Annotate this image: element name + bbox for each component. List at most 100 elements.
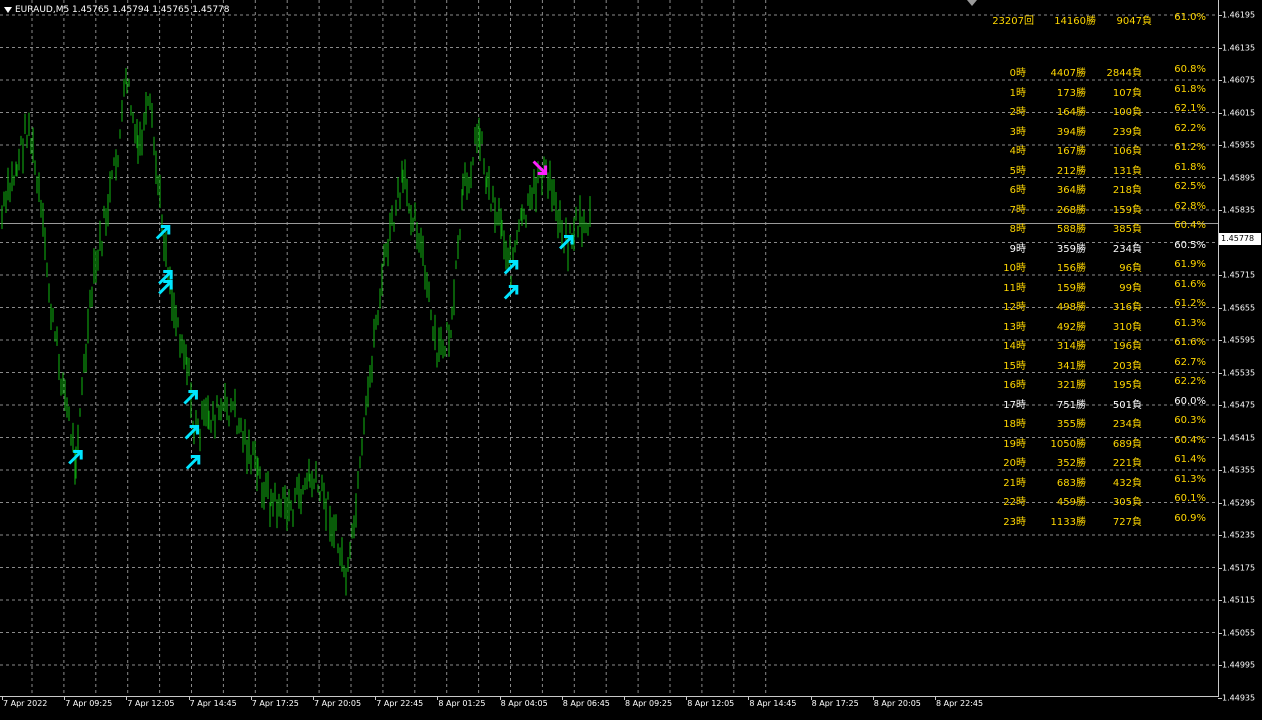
rate-cell: 60.3% xyxy=(1174,415,1206,426)
rate-cell: 62.5% xyxy=(1174,181,1206,192)
hour-cell: 21時 xyxy=(1003,477,1026,489)
time-axis-label: 8 Apr 20:05 xyxy=(873,699,921,708)
hour-cell: 18時 xyxy=(1003,419,1026,430)
hour-cell: 7時 xyxy=(1009,204,1026,216)
rate-cell: 61.6% xyxy=(1174,278,1206,290)
rate-cell: 61.2% xyxy=(1174,298,1206,309)
hourly-stats-row: 10時 156勝 96負 61.9% xyxy=(990,259,1210,275)
time-axis-label: 8 Apr 01:25 xyxy=(438,699,486,708)
hour-cell: 3時 xyxy=(1009,126,1026,138)
hour-cell: 13時 xyxy=(1003,321,1026,333)
wins-cell: 364勝 xyxy=(1056,185,1086,196)
time-axis-label: 7 Apr 2022 xyxy=(3,699,48,708)
hourly-stats-row: 15時 341勝 203負 62.7% xyxy=(990,357,1210,373)
rate-cell: 60.9% xyxy=(1174,512,1206,524)
wins-cell: 751勝 xyxy=(1056,399,1086,411)
price-axis-label: 1.45295 xyxy=(1222,498,1256,507)
price-axis-label: 1.45715 xyxy=(1222,270,1256,280)
hour-cell: 12時 xyxy=(1003,302,1026,313)
candles xyxy=(1,67,591,596)
losses-cell: 96負 xyxy=(1119,263,1142,274)
price-axis-label: 1.45115 xyxy=(1222,595,1256,605)
price-axis-line xyxy=(1218,0,1219,697)
losses-cell: 432負 xyxy=(1112,477,1142,489)
losses-cell: 234負 xyxy=(1112,419,1142,430)
hour-cell: 4時 xyxy=(1009,146,1026,157)
wins-cell: 321勝 xyxy=(1056,380,1086,391)
rate-cell: 62.2% xyxy=(1174,122,1206,134)
rate-cell: 60.8% xyxy=(1174,64,1206,75)
hourly-stats-row: 16時 321勝 195負 62.2% xyxy=(990,376,1210,392)
buy-signal-arrow-icon xyxy=(155,225,171,240)
losses-cell: 100負 xyxy=(1112,107,1142,118)
time-axis-label: 7 Apr 12:05 xyxy=(127,699,175,708)
wins-cell: 268勝 xyxy=(1056,204,1086,216)
hourly-stats-row: 21時 683勝 432負 61.3% xyxy=(990,474,1210,490)
hourly-stats-row: 14時 314勝 196負 61.6% xyxy=(990,337,1210,353)
losses-cell: 501負 xyxy=(1112,399,1142,411)
hour-cell: 15時 xyxy=(1003,360,1026,372)
rate-cell: 61.8% xyxy=(1174,161,1206,173)
hourly-stats-row: 13時 492勝 310負 61.3% xyxy=(990,318,1210,334)
price-axis-label: 1.45835 xyxy=(1222,205,1256,215)
hour-cell: 2時 xyxy=(1009,107,1026,118)
hourly-stats-row: 23時 1133勝 727負 60.9% xyxy=(990,513,1210,529)
hour-cell: 1時 xyxy=(1009,87,1026,99)
losses-cell: 305負 xyxy=(1112,497,1142,508)
rate-cell: 61.6% xyxy=(1174,337,1206,348)
rate-cell: 61.9% xyxy=(1174,259,1206,270)
stats-summary: 23207回 14160勝 9047負 61.0% xyxy=(980,12,1210,28)
symbol-info: EURAUD,M5 1.45765 1.45794 1.45765 1.4577… xyxy=(15,5,230,15)
hourly-stats-row: 20時 352勝 221負 61.4% xyxy=(990,454,1210,470)
hour-cell: 10時 xyxy=(1003,263,1026,274)
hourly-stats-row: 3時 394勝 239負 62.2% xyxy=(990,123,1210,139)
time-axis-line xyxy=(0,696,1219,697)
losses-cell: 107負 xyxy=(1112,87,1142,99)
losses-cell: 218負 xyxy=(1112,185,1142,196)
current-price-label: 1.45778 xyxy=(1219,233,1261,245)
losses-cell: 316負 xyxy=(1112,302,1142,313)
wins-cell: 588勝 xyxy=(1056,224,1086,235)
hourly-stats-row: 22時 459勝 305負 60.1% xyxy=(990,493,1210,509)
wins-cell: 159勝 xyxy=(1056,282,1086,294)
hourly-stats-row: 2時 164勝 100負 62.1% xyxy=(990,103,1210,119)
rate-cell: 61.3% xyxy=(1174,473,1206,485)
wins-cell: 1133勝 xyxy=(1050,516,1086,528)
symbol-header: EURAUD,M5 1.45765 1.45794 1.45765 1.4577… xyxy=(4,5,230,15)
hour-cell: 23時 xyxy=(1003,516,1026,528)
losses-cell: 689負 xyxy=(1112,438,1142,450)
time-axis-label: 7 Apr 17:25 xyxy=(251,699,299,708)
hourly-stats-row: 6時 364勝 218負 62.5% xyxy=(990,181,1210,197)
rate-cell: 60.5% xyxy=(1174,239,1206,251)
summary-count: 23207回 xyxy=(992,16,1034,27)
hour-cell: 0時 xyxy=(1009,68,1026,79)
rate-cell: 62.1% xyxy=(1174,103,1206,114)
summary-wins: 14160勝 xyxy=(1054,16,1096,27)
hourly-stats-row: 5時 212勝 131負 61.8% xyxy=(990,162,1210,178)
losses-cell: 310負 xyxy=(1112,321,1142,333)
scroll-shift-marker-icon[interactable] xyxy=(967,0,977,6)
losses-cell: 234負 xyxy=(1112,243,1142,255)
losses-cell: 221負 xyxy=(1112,458,1142,469)
wins-cell: 394勝 xyxy=(1056,126,1086,138)
losses-cell: 2844負 xyxy=(1106,68,1142,79)
losses-cell: 203負 xyxy=(1112,360,1142,372)
wins-cell: 492勝 xyxy=(1056,321,1086,333)
losses-cell: 195負 xyxy=(1112,380,1142,391)
losses-cell: 385負 xyxy=(1112,224,1142,235)
price-axis-label: 1.45535 xyxy=(1222,368,1256,377)
wins-cell: 156勝 xyxy=(1056,263,1086,274)
hour-cell: 17時 xyxy=(1003,399,1026,411)
hour-cell: 9時 xyxy=(1009,243,1026,255)
hour-cell: 8時 xyxy=(1009,224,1026,235)
rate-cell: 62.2% xyxy=(1174,376,1206,387)
dropdown-triangle-icon[interactable] xyxy=(4,6,12,13)
rate-cell: 60.4% xyxy=(1174,434,1206,446)
price-axis-label: 1.45655 xyxy=(1222,303,1256,312)
hourly-stats-row: 18時 355勝 234負 60.3% xyxy=(990,415,1210,431)
time-axis-label: 7 Apr 09:25 xyxy=(65,699,113,708)
time-axis-label: 7 Apr 14:45 xyxy=(189,699,237,708)
hour-cell: 22時 xyxy=(1003,497,1026,508)
wins-cell: 4407勝 xyxy=(1050,68,1086,79)
hourly-stats-row: 4時 167勝 106負 61.2% xyxy=(990,142,1210,158)
